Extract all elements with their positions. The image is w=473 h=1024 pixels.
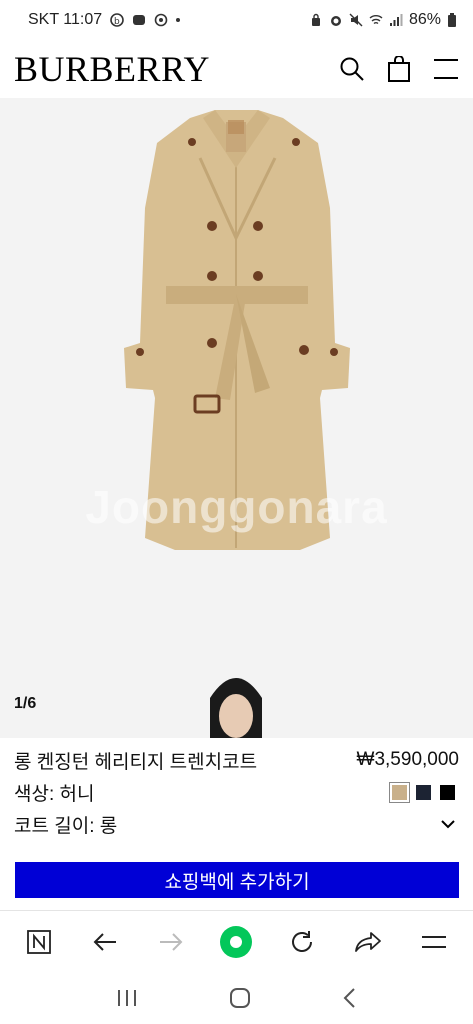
recents-icon[interactable] [116,988,138,1008]
search-icon[interactable] [339,56,365,82]
trench-coat-image [124,110,350,738]
signal-icon [389,14,403,26]
color-swatches [389,781,455,803]
add-to-bag-button[interactable]: 쇼핑백에 추가하기 [15,862,459,898]
product-image-gallery[interactable]: Joonggonara 1/6 [0,98,473,738]
product-price: ₩3,590,000 [356,749,459,770]
shopping-bag-icon[interactable] [387,56,411,82]
browser-toolbar [0,910,473,972]
more-notifications-dot [176,18,181,22]
back-arrow-icon[interactable] [88,925,122,959]
svg-text:b: b [114,17,120,27]
back-icon[interactable] [342,987,358,1009]
swatch-navy[interactable] [416,784,431,800]
chevron-down-icon[interactable] [441,819,455,829]
notification-app-icon [133,15,146,25]
naver-n-icon[interactable] [22,925,56,959]
forward-arrow-icon[interactable] [154,925,188,959]
site-header: BURBERRY [0,40,473,98]
swatch-black[interactable] [440,784,455,800]
title-price-row: 롱 켄징턴 헤리티지 트렌치코트 ₩3,590,000 [14,744,459,776]
product-info: 롱 켄징턴 헤리티지 트렌치코트 ₩3,590,000 색상: 허니 코트 길이… [0,744,473,840]
brand-logo[interactable]: BURBERRY [14,48,210,90]
wifi-icon [369,15,383,25]
notification-sync-icon [154,13,168,27]
menu-icon[interactable] [433,57,459,81]
share-icon[interactable] [351,925,385,959]
alarm-icon [330,16,341,26]
image-counter: 1/6 [14,695,37,712]
color-row: 색상: 허니 [14,776,459,808]
mute-icon [349,13,363,27]
color-label: 색상: 허니 [14,783,95,805]
menu-lines-icon[interactable] [417,925,451,959]
battery-icon [448,13,456,27]
product-name: 롱 켄징턴 헤리티지 트렌치코트 [14,751,258,773]
refresh-icon[interactable] [285,925,319,959]
lock-icon [311,13,320,26]
battery-percent: 86% [408,11,441,28]
watermark-text: Joonggonara [85,481,388,533]
swatch-honey[interactable] [389,781,410,803]
length-label: 코트 길이: 롱 [14,815,118,837]
system-navigation-bar [0,972,473,1024]
home-green-icon[interactable] [219,925,253,959]
home-icon[interactable] [229,987,251,1009]
length-row[interactable]: 코트 길이: 롱 [14,808,459,840]
carrier-time: SKT 11:07 [28,11,103,28]
status-bar: SKT 11:07 b 86% [0,0,473,40]
notification-b-icon: b [110,13,124,27]
